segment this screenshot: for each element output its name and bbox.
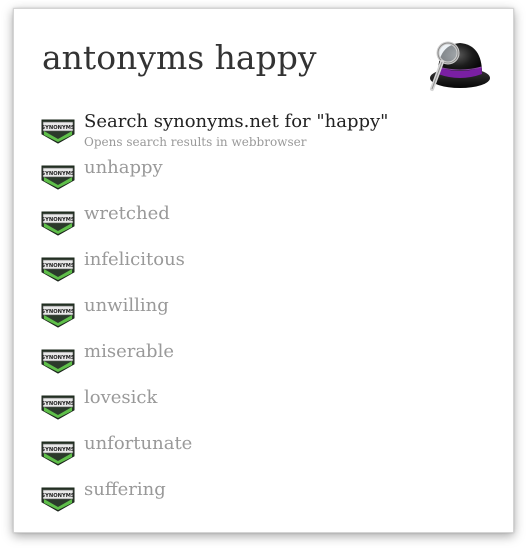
badge-label: SYNONYMS bbox=[41, 217, 75, 223]
result-item[interactable]: SYNONYMS unfortunate bbox=[40, 433, 500, 473]
badge-label: SYNONYMS bbox=[41, 125, 75, 131]
result-title: suffering bbox=[84, 479, 166, 500]
synonyms-badge-icon: SYNONYMS bbox=[41, 395, 75, 420]
result-item[interactable]: SYNONYMS suffering bbox=[40, 479, 500, 519]
badge-label: SYNONYMS bbox=[41, 309, 75, 315]
synonyms-badge-icon: SYNONYMS bbox=[41, 211, 75, 236]
synonyms-badge-icon: SYNONYMS bbox=[41, 119, 75, 144]
result-title: wretched bbox=[84, 203, 170, 224]
result-item[interactable]: SYNONYMS miserable bbox=[40, 341, 500, 381]
result-title: unhappy bbox=[84, 157, 163, 178]
badge-label: SYNONYMS bbox=[41, 355, 75, 361]
result-item[interactable]: SYNONYMS Search synonyms.net for "happy" O… bbox=[40, 111, 500, 151]
synonyms-badge-icon: SYNONYMS bbox=[41, 349, 75, 374]
result-title: infelicitous bbox=[84, 249, 185, 270]
result-title: Search synonyms.net for "happy" bbox=[84, 111, 389, 132]
badge-label: SYNONYMS bbox=[41, 493, 75, 499]
result-item[interactable]: SYNONYMS infelicitous bbox=[40, 249, 500, 289]
result-item[interactable]: SYNONYMS unhappy bbox=[40, 157, 500, 197]
alfred-bowler-hat-icon bbox=[430, 41, 490, 91]
badge-label: SYNONYMS bbox=[41, 171, 75, 177]
alfred-window: antonyms happy SYNONYMS Search synonyms.n… bbox=[13, 8, 514, 533]
synonyms-badge-icon: SYNONYMS bbox=[41, 487, 75, 512]
result-subtitle: Opens search results in webbrowser bbox=[84, 135, 307, 149]
result-item[interactable]: SYNONYMS wretched bbox=[40, 203, 500, 243]
result-item[interactable]: SYNONYMS lovesick bbox=[40, 387, 500, 427]
synonyms-badge-icon: SYNONYMS bbox=[41, 165, 75, 190]
synonyms-badge-icon: SYNONYMS bbox=[41, 257, 75, 282]
result-title: unwilling bbox=[84, 295, 169, 316]
result-title: unfortunate bbox=[84, 433, 193, 454]
badge-label: SYNONYMS bbox=[41, 263, 75, 269]
synonyms-badge-icon: SYNONYMS bbox=[41, 441, 75, 466]
result-title: miserable bbox=[84, 341, 174, 362]
synonyms-badge-icon: SYNONYMS bbox=[41, 303, 75, 328]
badge-label: SYNONYMS bbox=[41, 401, 75, 407]
result-item[interactable]: SYNONYMS unwilling bbox=[40, 295, 500, 335]
badge-label: SYNONYMS bbox=[41, 447, 75, 453]
result-title: lovesick bbox=[84, 387, 158, 408]
query-input[interactable]: antonyms happy bbox=[42, 41, 317, 74]
